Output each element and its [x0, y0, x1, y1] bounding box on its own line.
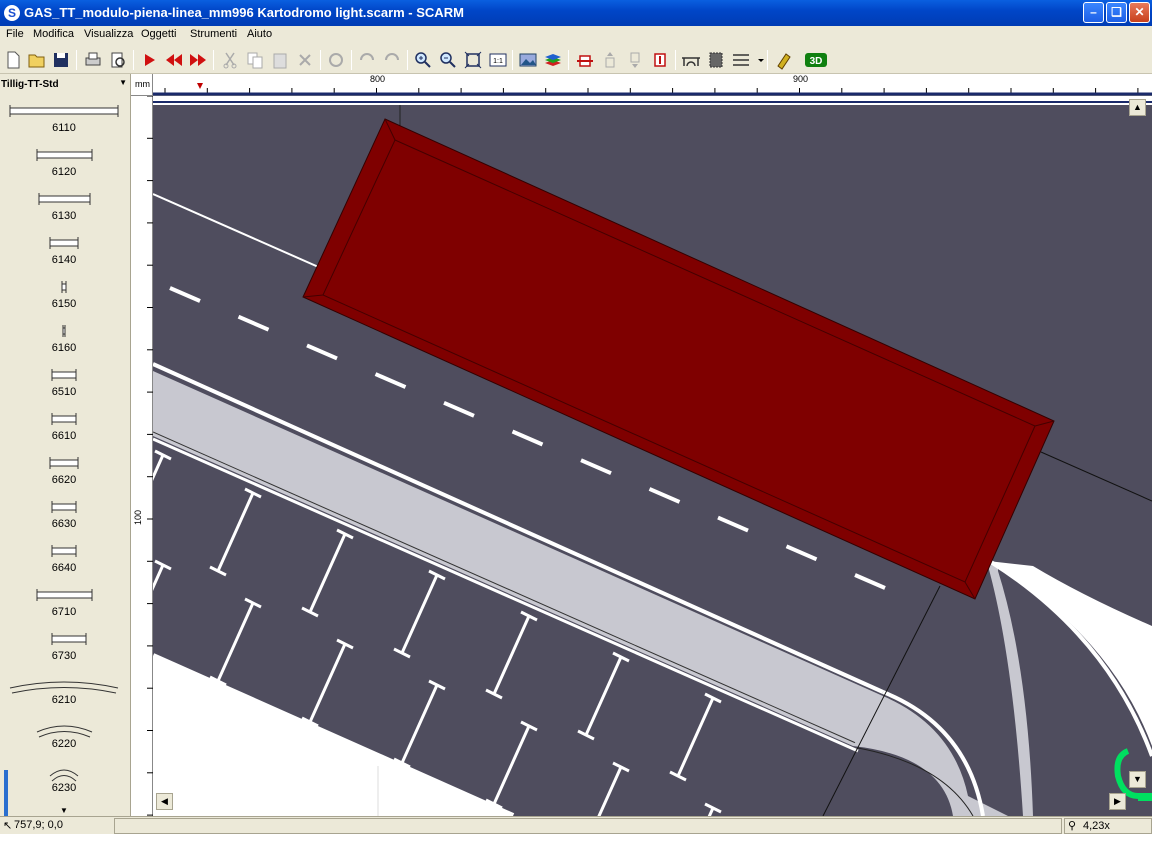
menu-oggetti[interactable]: Oggetti	[141, 28, 176, 40]
restore-icon: ❏	[1111, 5, 1122, 19]
track-piece-label: 6710	[51, 606, 77, 618]
ruler-unit-label: mm	[135, 79, 150, 89]
track-piece-label: 6150	[51, 298, 77, 310]
zoom-1to1-icon[interactable]: 1:1	[488, 50, 508, 70]
ruler-label-800: 800	[370, 74, 386, 84]
cursor-icon: ↖	[3, 820, 13, 832]
track-piece-label: 6640	[51, 562, 77, 574]
cut-icon[interactable]	[220, 50, 240, 70]
magnifier-icon: ⚲	[1068, 820, 1077, 832]
scroll-down-icon[interactable]: ▼	[60, 806, 68, 815]
height-marker-icon[interactable]	[650, 50, 670, 70]
close-icon: ✕	[1134, 5, 1145, 19]
play-icon[interactable]	[140, 50, 160, 70]
track-piece-label: 6220	[51, 738, 77, 750]
copy-icon[interactable]	[245, 50, 265, 70]
horizontal-ruler: 800 900	[153, 74, 1152, 96]
zoom-1to1-label: 1:1	[493, 58, 503, 65]
menu-bar: File Modifica Visualizza Oggetti Strumen…	[0, 26, 1152, 45]
print-icon[interactable]	[83, 50, 103, 70]
scarm-window: S GAS_TT_modulo-piena-linea_mm996 Kartod…	[0, 0, 1152, 864]
title-bar: S GAS_TT_modulo-piena-linea_mm996 Kartod…	[0, 0, 1152, 26]
menu-aiuto[interactable]: Aiuto	[247, 28, 272, 40]
redo-icon[interactable]	[382, 50, 402, 70]
menu-modifica[interactable]: Modifica	[33, 28, 74, 40]
track-piece-label: 6160	[51, 342, 77, 354]
track-library-panel: Tillig-TT-Std ▼ 6110 6120 6130 6140 6150 6160…	[0, 74, 131, 816]
scroll-right-icon[interactable]: ▶	[1109, 793, 1126, 810]
layers-icon[interactable]	[543, 50, 563, 70]
track-piece-label: 6110	[52, 122, 76, 134]
ruler-label-100: 100	[133, 509, 143, 525]
view-3d-icon[interactable]: 3D	[804, 50, 828, 70]
zoom-fit-icon[interactable]	[463, 50, 483, 70]
bridge-icon[interactable]	[681, 50, 701, 70]
window-title: GAS_TT_modulo-piena-linea_mm996 Kartodro…	[24, 5, 464, 20]
scroll-up-icon[interactable]: ▲	[1129, 99, 1146, 116]
new-icon[interactable]	[3, 50, 23, 70]
panel-scroll-indicator[interactable]	[4, 770, 8, 816]
track-type-dropdown-icon[interactable]	[751, 50, 764, 70]
cursor-coordinates: ↖ 757,9; 0,0	[2, 819, 112, 833]
close-button[interactable]: ✕	[1129, 2, 1150, 23]
library-selector[interactable]: Tillig-TT-Std ▼	[0, 77, 130, 94]
minimize-icon: –	[1090, 5, 1097, 19]
view-3d-label: 3D	[810, 56, 823, 67]
track-piece-label: 6510	[51, 386, 77, 398]
track-piece-label: 6120	[51, 166, 77, 178]
track-piece-label: 6140	[51, 254, 77, 266]
open-icon[interactable]	[27, 50, 47, 70]
track-piece-label: 6610	[51, 430, 77, 442]
scroll-down-button-icon[interactable]: ▼	[1129, 771, 1146, 788]
measure-icon[interactable]	[774, 50, 794, 70]
zoom-level: ⚲ 4,23x	[1064, 818, 1152, 834]
undo-icon[interactable]	[357, 50, 377, 70]
save-icon[interactable]	[51, 50, 71, 70]
height-up-icon[interactable]	[600, 50, 620, 70]
coords-text: 757,9; 0,0	[14, 819, 63, 831]
paste-icon[interactable]	[270, 50, 290, 70]
print-preview-icon[interactable]	[108, 50, 128, 70]
tunnel-icon[interactable]	[706, 50, 726, 70]
scarm-app-icon[interactable]: S	[4, 5, 20, 21]
height-down-icon[interactable]	[625, 50, 645, 70]
status-message	[114, 818, 1062, 834]
track-piece-label: 6230	[51, 782, 77, 794]
scroll-left-icon[interactable]: ◀	[156, 793, 173, 810]
menu-strumenti[interactable]: Strumenti	[190, 28, 237, 40]
track-piece-label: 6210	[51, 694, 77, 706]
height-icon[interactable]	[575, 50, 595, 70]
track-piece-label: 6630	[51, 518, 77, 530]
layout-canvas[interactable]: ▲ ▼ ◀ ▶	[153, 96, 1152, 816]
track-piece-label: 6620	[51, 474, 77, 486]
minimize-button[interactable]: –	[1083, 2, 1104, 23]
zoom-out-icon[interactable]	[438, 50, 458, 70]
track-piece-label: 6730	[51, 650, 77, 662]
forward-icon[interactable]	[188, 50, 208, 70]
zoom-text: 4,23x	[1083, 820, 1110, 832]
zoom-in-icon[interactable]	[413, 50, 433, 70]
rotate-icon[interactable]	[326, 50, 346, 70]
chevron-down-icon: ▼	[119, 78, 127, 87]
menu-visualizza[interactable]: Visualizza	[84, 28, 133, 40]
ruler-label-900: 900	[793, 74, 809, 84]
track-piece-label: 6130	[51, 210, 77, 222]
delete-icon[interactable]	[295, 50, 315, 70]
menu-file[interactable]: File	[6, 28, 24, 40]
track-type-icon[interactable]	[731, 50, 751, 70]
background-icon[interactable]	[518, 50, 538, 70]
rewind-icon[interactable]	[164, 50, 184, 70]
main-toolbar: 1:1 3D	[0, 45, 1152, 74]
vertical-ruler: 100	[131, 96, 153, 816]
ruler-unit: mm	[131, 74, 153, 96]
status-bar: ↖ 757,9; 0,0 ⚲ 4,23x	[0, 816, 1152, 834]
restore-button[interactable]: ❏	[1106, 2, 1127, 23]
library-name: Tillig-TT-Std	[1, 79, 59, 90]
